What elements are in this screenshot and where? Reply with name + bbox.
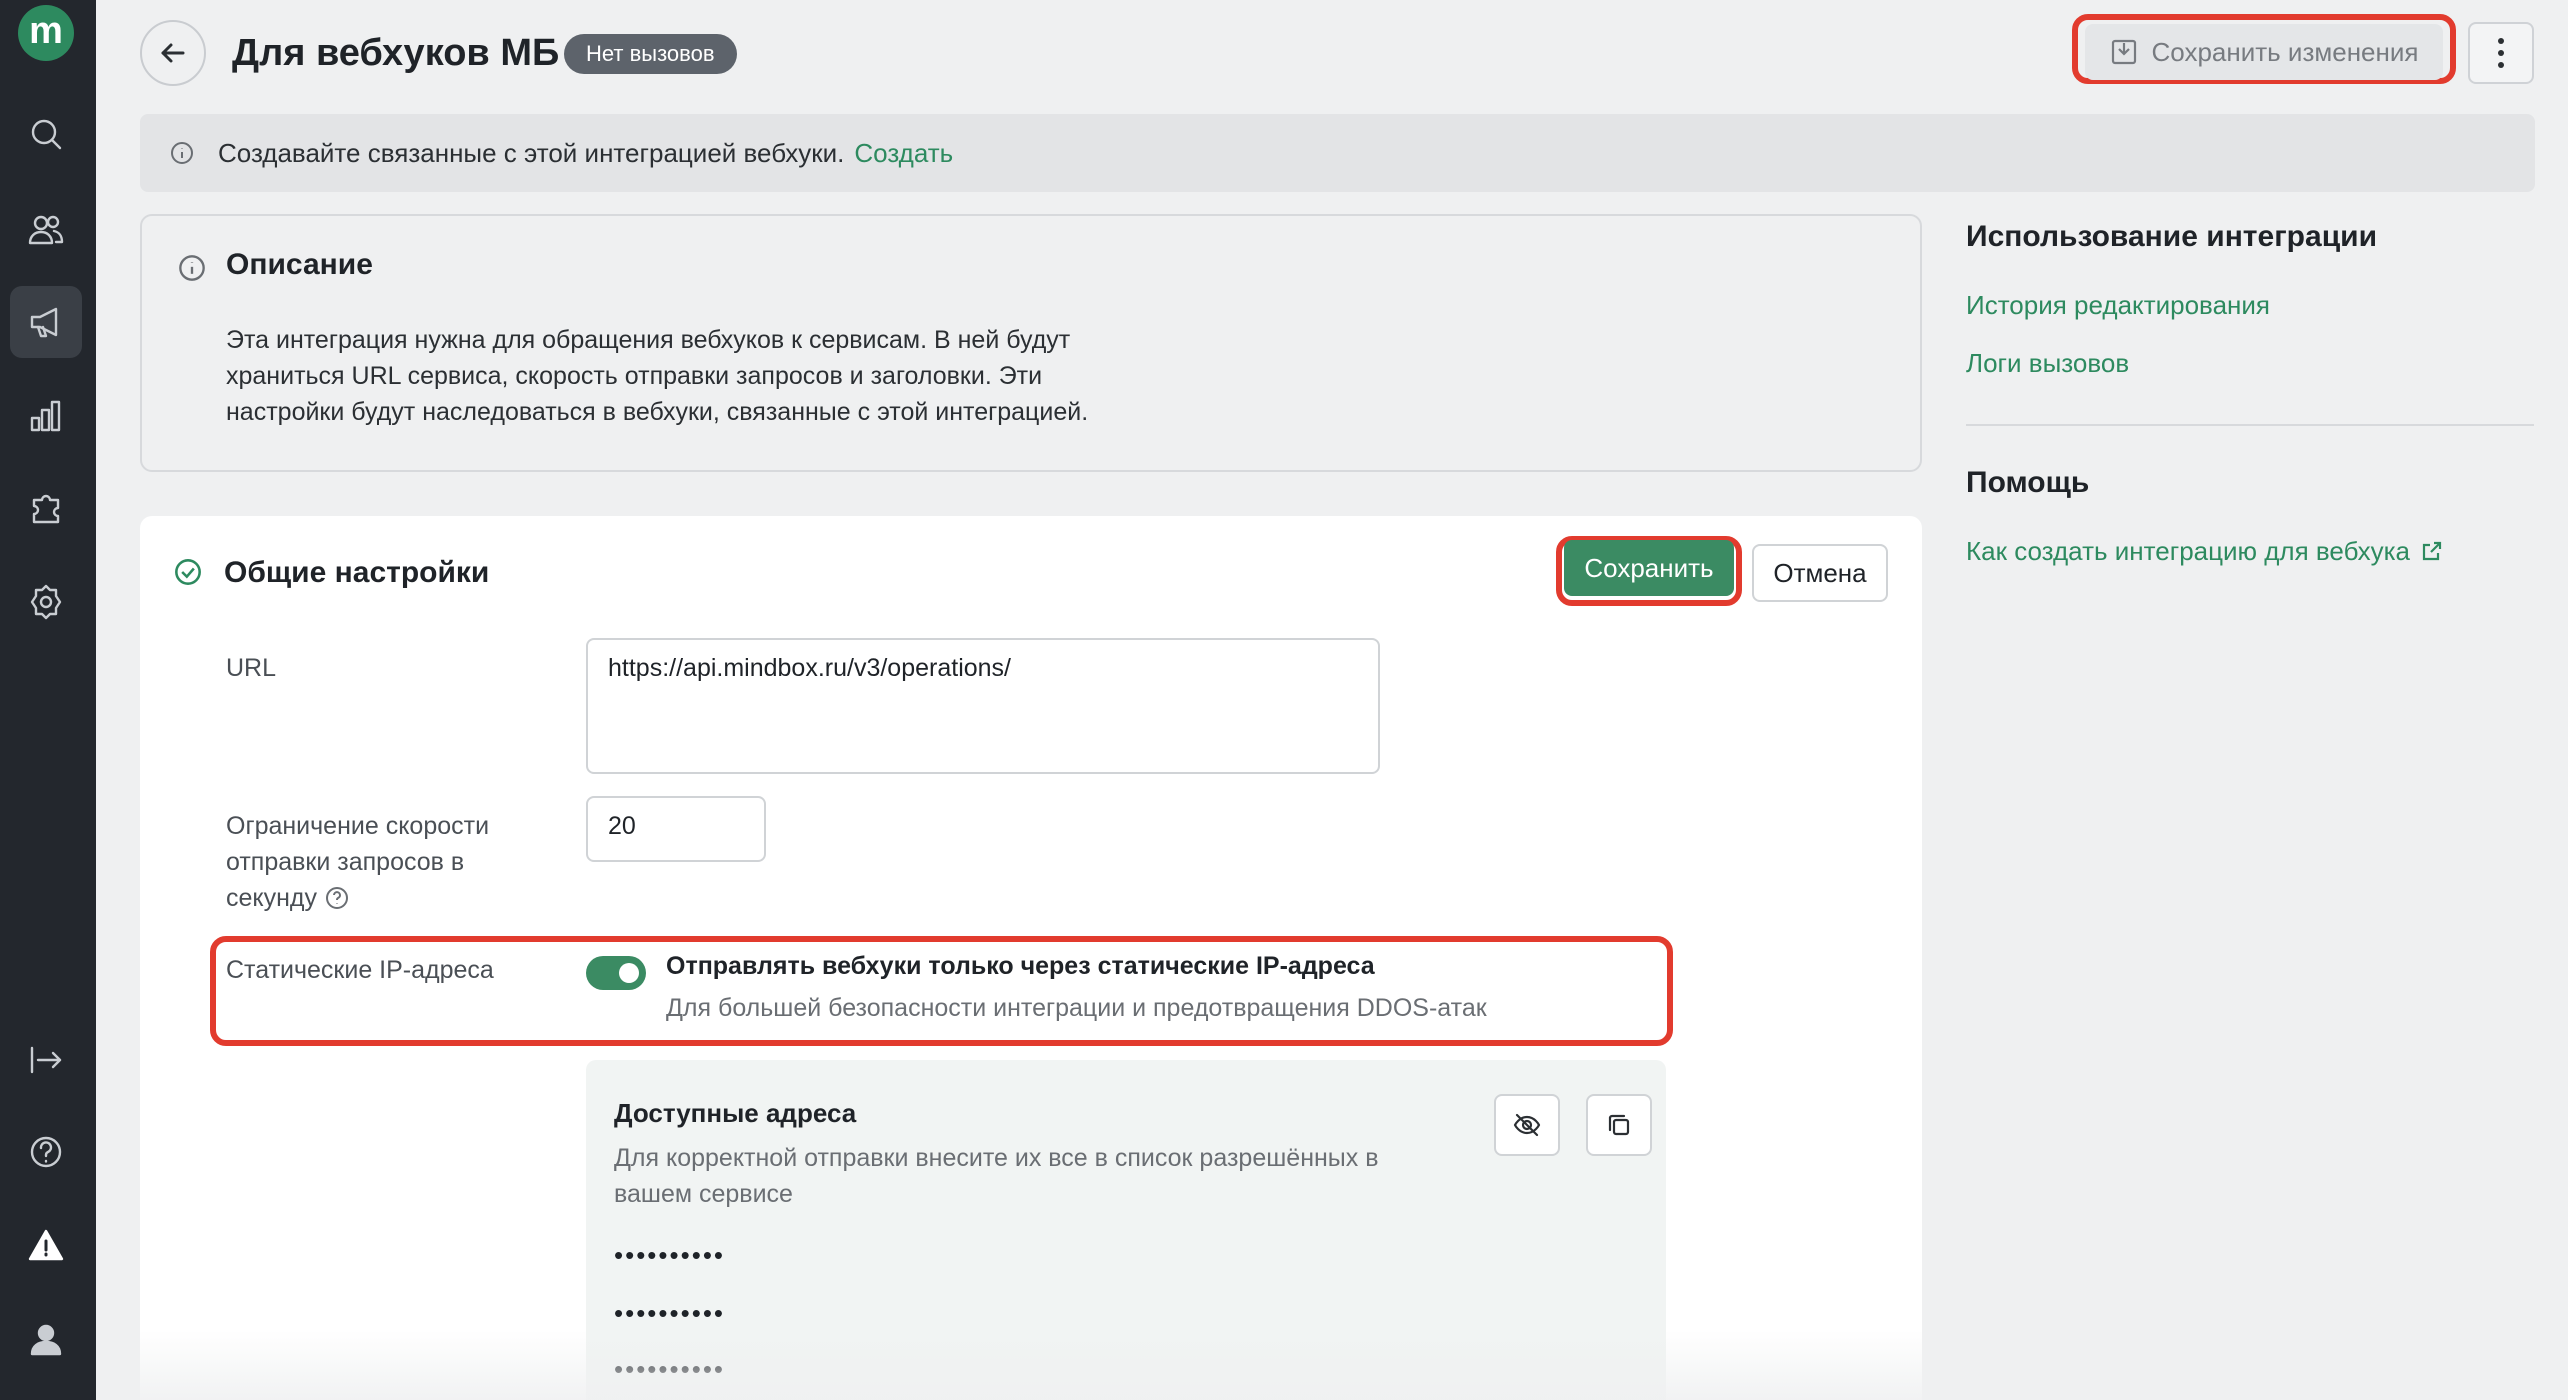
banner-text: Создавайте связанные с этой интеграцией … <box>218 137 845 168</box>
eye-off-icon <box>1513 1113 1541 1137</box>
toggle-visibility-button[interactable] <box>1494 1094 1560 1156</box>
question-icon[interactable] <box>325 886 349 910</box>
available-addresses-panel: Доступные адреса Для корректной отправки… <box>586 1060 1666 1400</box>
collapse-sidebar-icon[interactable] <box>10 1024 82 1096</box>
history-link[interactable]: История редактирования <box>1966 290 2270 321</box>
more-options-button[interactable] <box>2468 22 2534 84</box>
puzzle-icon[interactable] <box>10 472 82 544</box>
app-logo[interactable]: m <box>18 5 74 61</box>
description-text: Эта интеграция нужна для обращения вебху… <box>226 326 1089 426</box>
page-title: Для вебхуков МБ <box>232 32 560 74</box>
address-item: •••••••••• <box>614 1240 726 1270</box>
logs-link[interactable]: Логи вызовов <box>1966 348 2129 379</box>
gear-icon[interactable] <box>10 566 82 638</box>
general-settings-card: Общие настройки Сохранить Отмена URL htt… <box>140 516 1922 1400</box>
info-banner: Создавайте связанные с этой интеграцией … <box>140 114 2535 192</box>
users-icon[interactable] <box>10 194 82 266</box>
save-changes-button[interactable]: Сохранить изменения <box>2085 24 2443 80</box>
description-title: Описание <box>226 248 373 281</box>
save-changes-label: Сохранить изменения <box>2151 36 2419 67</box>
rate-limit-input[interactable]: 20 <box>586 796 766 862</box>
back-button[interactable] <box>140 20 206 86</box>
banner-create-link[interactable]: Создать <box>854 138 953 169</box>
warning-icon[interactable] <box>10 1210 82 1282</box>
cancel-button[interactable]: Отмена <box>1752 544 1888 602</box>
info-icon <box>179 255 205 281</box>
static-ip-title: Отправлять вебхуки только через статичес… <box>666 952 1375 980</box>
info-icon <box>171 142 193 164</box>
kebab-icon <box>2498 35 2504 71</box>
url-label: URL <box>226 654 277 682</box>
save-icon <box>2111 39 2136 65</box>
static-ip-label: Статические IP-адреса <box>226 956 494 984</box>
sidebar: m <box>0 0 96 1400</box>
address-item: •••••••••• <box>614 1354 726 1384</box>
url-input[interactable]: https://api.mindbox.ru/v3/operations/ <box>586 638 1380 774</box>
external-link-icon <box>2422 541 2442 561</box>
addresses-title: Доступные адреса <box>614 1098 857 1128</box>
rate-limit-label: Ограничение скорости отправки запросов в… <box>226 812 490 912</box>
save-button[interactable]: Сохранить <box>1564 540 1734 596</box>
check-circle-icon <box>175 559 201 585</box>
analytics-icon[interactable] <box>10 380 82 452</box>
help-icon[interactable] <box>10 1116 82 1188</box>
status-badge: Нет вызовов <box>564 34 737 74</box>
copy-icon <box>1608 1114 1630 1136</box>
usage-title: Использование интеграции <box>1966 220 2378 253</box>
description-card: Описание Эта интеграция нужна для обраще… <box>140 214 1922 472</box>
static-ip-subtitle: Для большей безопасности интеграции и пр… <box>666 994 1487 1022</box>
help-title: Помощь <box>1966 466 2090 499</box>
copy-button[interactable] <box>1586 1094 1652 1156</box>
help-link[interactable]: Как создать интеграцию для вебхука <box>1966 536 2444 567</box>
profile-icon[interactable] <box>10 1304 82 1376</box>
address-item: •••••••••• <box>614 1298 726 1328</box>
settings-title: Общие настройки <box>224 556 490 589</box>
megaphone-icon[interactable] <box>10 286 82 358</box>
arrow-left-icon <box>161 43 185 63</box>
addresses-subtitle: Для корректной отправки внесите их все в… <box>614 1144 1379 1208</box>
search-icon[interactable] <box>10 98 82 170</box>
divider <box>1966 424 2534 426</box>
static-ip-toggle[interactable] <box>586 956 646 990</box>
